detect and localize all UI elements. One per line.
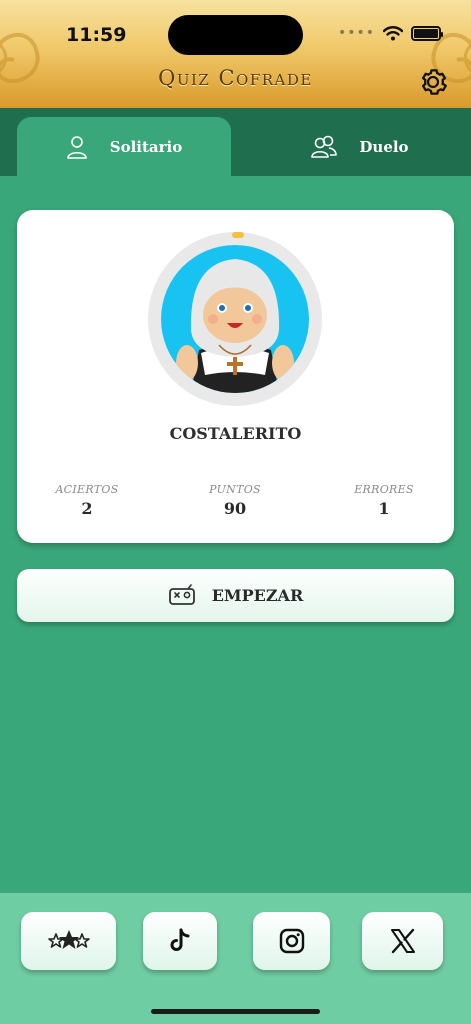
ranking-button[interactable] — [21, 912, 116, 970]
level-indicator — [232, 232, 244, 238]
avatar — [148, 232, 322, 406]
tiktok-icon — [170, 928, 190, 951]
avatar-nazareno-icon — [161, 245, 309, 393]
gear-icon — [421, 69, 447, 95]
camera-notch — [168, 15, 303, 55]
battery-icon — [411, 25, 443, 41]
settings-button[interactable] — [415, 64, 451, 100]
stat-aciertos: ACIERTOS 2 — [17, 483, 157, 518]
game-controller-icon — [168, 583, 195, 605]
stat-label: PUNTOS — [209, 483, 261, 496]
tab-label: Solitario — [109, 137, 183, 156]
stat-label: ERRORES — [354, 483, 414, 496]
home-indicator — [151, 1009, 320, 1014]
x-twitter-button[interactable] — [362, 912, 443, 970]
start-button[interactable]: EMPEZAR — [17, 569, 454, 622]
tab-solitario[interactable]: Solitario — [17, 117, 231, 176]
status-time: 11:59 — [66, 24, 127, 46]
stat-value: 90 — [223, 499, 247, 518]
x-icon — [390, 928, 415, 954]
tiktok-button[interactable] — [143, 912, 217, 970]
stars-icon — [47, 930, 90, 949]
people-icon — [311, 135, 338, 158]
instagram-icon — [279, 928, 304, 954]
profile-card: COSTALERITO ACIERTOS 2 PUNTOS 90 ERRORES… — [17, 210, 454, 543]
wifi-icon — [383, 25, 403, 40]
stat-value: 2 — [81, 499, 93, 518]
app-header: 11:59 •••• Quiz Cofrade — [0, 0, 471, 108]
tab-label: Duelo — [359, 137, 409, 156]
cellular-signal-icon: •••• — [337, 25, 375, 41]
app-title: Quiz Cofrade — [158, 66, 313, 90]
stat-label: ACIERTOS — [55, 483, 119, 496]
bottom-bar — [0, 893, 471, 1024]
stat-value: 1 — [378, 499, 390, 518]
username: COSTALERITO — [169, 424, 302, 443]
person-icon — [66, 135, 87, 159]
instagram-button[interactable] — [253, 912, 330, 970]
mode-tabs: Solitario Duelo — [0, 108, 471, 176]
tab-duelo[interactable]: Duelo — [260, 117, 460, 176]
status-icons: •••• — [337, 25, 443, 41]
stat-puntos: PUNTOS 90 — [165, 483, 305, 518]
start-label: EMPEZAR — [211, 586, 304, 605]
stat-errores: ERRORES 1 — [314, 483, 454, 518]
